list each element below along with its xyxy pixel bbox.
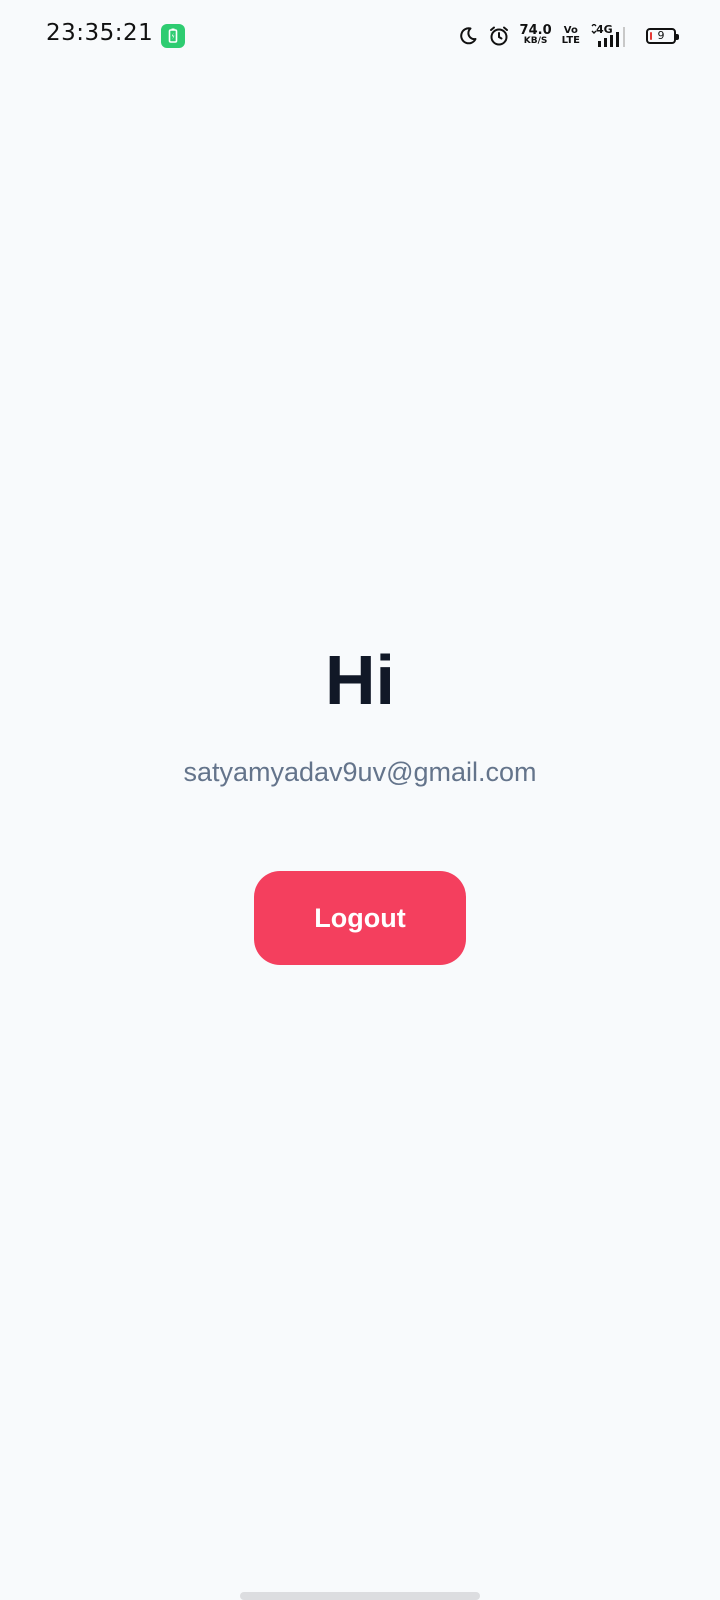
home-screen: 23:35:21 74.0 KB/S Vo LTE 4G 9 Hi satyam… <box>0 0 720 1600</box>
alarm-icon <box>488 25 510 47</box>
user-email: satyamyadav9uv@gmail.com <box>183 757 537 787</box>
battery-saver-icon <box>161 24 185 48</box>
battery-icon: 9 <box>646 28 679 44</box>
greeting-title: Hi <box>325 641 395 719</box>
status-time: 23:35:21 <box>46 20 154 46</box>
moon-icon <box>458 26 478 46</box>
battery-fill <box>650 32 652 40</box>
signal-icon: 4G <box>590 24 628 48</box>
logout-button[interactable]: Logout <box>254 871 466 965</box>
volte-bottom: LTE <box>561 35 580 46</box>
network-speed: 74.0 KB/S <box>519 23 552 47</box>
battery-level: 9 <box>657 29 665 42</box>
network-speed-value: 74.0 <box>519 23 552 38</box>
volte-indicator: Vo LTE <box>562 26 580 46</box>
network-speed-unit: KB/S <box>523 36 548 46</box>
status-bar: 23:35:21 74.0 KB/S Vo LTE 4G 9 <box>0 0 720 72</box>
home-indicator[interactable] <box>240 1592 480 1600</box>
status-icons: 74.0 KB/S Vo LTE 4G 9 <box>458 22 679 50</box>
